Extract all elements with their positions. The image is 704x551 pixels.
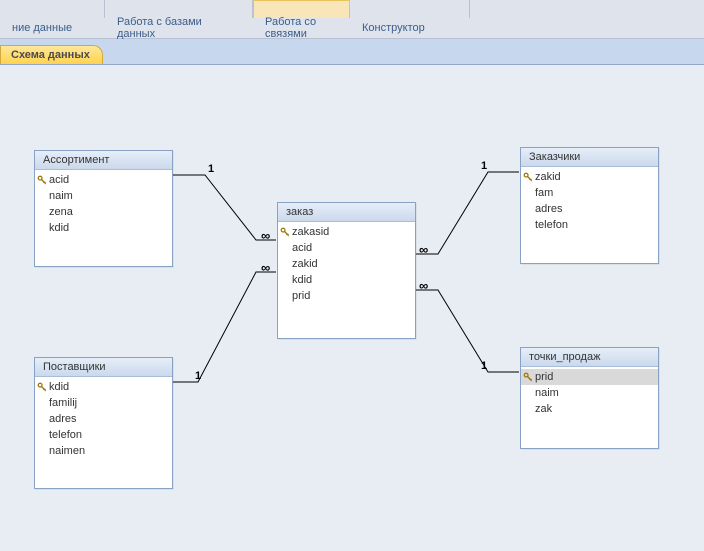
field-row[interactable]: naimen: [35, 443, 172, 459]
field-name: prid: [292, 290, 310, 302]
document-tab-bar: Схема данных: [0, 39, 704, 65]
field-row[interactable]: kdid: [35, 379, 172, 395]
field-name: adres: [49, 413, 77, 425]
field-name: kdid: [49, 222, 69, 234]
cardinality-many-icon: ∞: [260, 228, 271, 243]
table-assort[interactable]: Ассортимент acid naim zena kdid: [34, 150, 173, 267]
field-name: zak: [535, 403, 552, 415]
field-row[interactable]: prid: [521, 369, 658, 385]
field-row[interactable]: kdid: [278, 272, 415, 288]
field-name: familij: [49, 397, 77, 409]
primary-key-icon: [37, 175, 47, 185]
field-name: naim: [49, 190, 73, 202]
ribbon-tab-label[interactable]: Работа со связями: [253, 16, 350, 40]
field-row[interactable]: zakid: [278, 256, 415, 272]
ribbon: ние данныеРабота с базами данныхРабота с…: [0, 0, 704, 39]
field-name: kdid: [49, 381, 69, 393]
cardinality-many-icon: ∞: [418, 242, 429, 257]
cardinality-one: 1: [207, 163, 215, 175]
field-row[interactable]: zena: [35, 204, 172, 220]
field-row[interactable]: prid: [278, 288, 415, 304]
relationships-canvas[interactable]: 1 ∞ 1 ∞ 1 ∞ 1 ∞ Ассортимент acid naim zena k…: [0, 65, 704, 551]
field-row[interactable]: adres: [521, 201, 658, 217]
field-row[interactable]: acid: [35, 172, 172, 188]
cardinality-one: 1: [480, 160, 488, 172]
table-title[interactable]: Поставщики: [35, 358, 172, 377]
table-title[interactable]: заказ: [278, 203, 415, 222]
table-body: acid naim zena kdid: [35, 170, 172, 238]
field-row[interactable]: zak: [521, 401, 658, 417]
field-name: adres: [535, 203, 563, 215]
table-title[interactable]: точки_продаж: [521, 348, 658, 367]
field-name: zakid: [535, 171, 561, 183]
field-name: zakasid: [292, 226, 329, 238]
field-name: prid: [535, 371, 553, 383]
ribbon-group: [350, 0, 470, 18]
cardinality-many-icon: ∞: [418, 278, 429, 293]
field-name: kdid: [292, 274, 312, 286]
field-row[interactable]: naim: [35, 188, 172, 204]
primary-key-icon: [523, 372, 533, 382]
field-row[interactable]: zakid: [521, 169, 658, 185]
primary-key-icon: [280, 227, 290, 237]
field-name: telefon: [535, 219, 568, 231]
ribbon-tab-label[interactable]: ние данные: [0, 22, 105, 34]
cardinality-one: 1: [480, 360, 488, 372]
field-row[interactable]: kdid: [35, 220, 172, 236]
table-zakazchiki[interactable]: Заказчики zakid fam adres telefon: [520, 147, 659, 264]
field-name: acid: [49, 174, 69, 186]
field-row[interactable]: zakasid: [278, 224, 415, 240]
cardinality-one: 1: [194, 370, 202, 382]
field-row[interactable]: telefon: [521, 217, 658, 233]
field-name: zena: [49, 206, 73, 218]
table-zakaz[interactable]: заказ zakasid acid zakid kdid prid: [277, 202, 416, 339]
ribbon-group: [0, 0, 105, 18]
field-name: zakid: [292, 258, 318, 270]
field-name: fam: [535, 187, 553, 199]
primary-key-icon: [37, 382, 47, 392]
table-body: zakid fam adres telefon: [521, 167, 658, 235]
table-body: zakasid acid zakid kdid prid: [278, 222, 415, 306]
primary-key-icon: [523, 172, 533, 182]
field-name: naimen: [49, 445, 85, 457]
table-postav[interactable]: Поставщики kdid familij adres telefon naimen: [34, 357, 173, 489]
field-name: naim: [535, 387, 559, 399]
field-row[interactable]: fam: [521, 185, 658, 201]
table-tochki[interactable]: точки_продажprid naim zak: [520, 347, 659, 449]
field-row[interactable]: familij: [35, 395, 172, 411]
table-title[interactable]: Заказчики: [521, 148, 658, 167]
field-row[interactable]: acid: [278, 240, 415, 256]
ribbon-tab-label[interactable]: Конструктор: [350, 22, 470, 34]
field-name: telefon: [49, 429, 82, 441]
document-tab[interactable]: Схема данных: [0, 45, 103, 64]
ribbon-tab-label[interactable]: Работа с базами данных: [105, 16, 253, 40]
table-title[interactable]: Ассортимент: [35, 151, 172, 170]
cardinality-many-icon: ∞: [260, 260, 271, 275]
field-row[interactable]: telefon: [35, 427, 172, 443]
field-name: acid: [292, 242, 312, 254]
field-row[interactable]: naim: [521, 385, 658, 401]
table-body: prid naim zak: [521, 367, 658, 419]
table-body: kdid familij adres telefon naimen: [35, 377, 172, 461]
field-row[interactable]: adres: [35, 411, 172, 427]
